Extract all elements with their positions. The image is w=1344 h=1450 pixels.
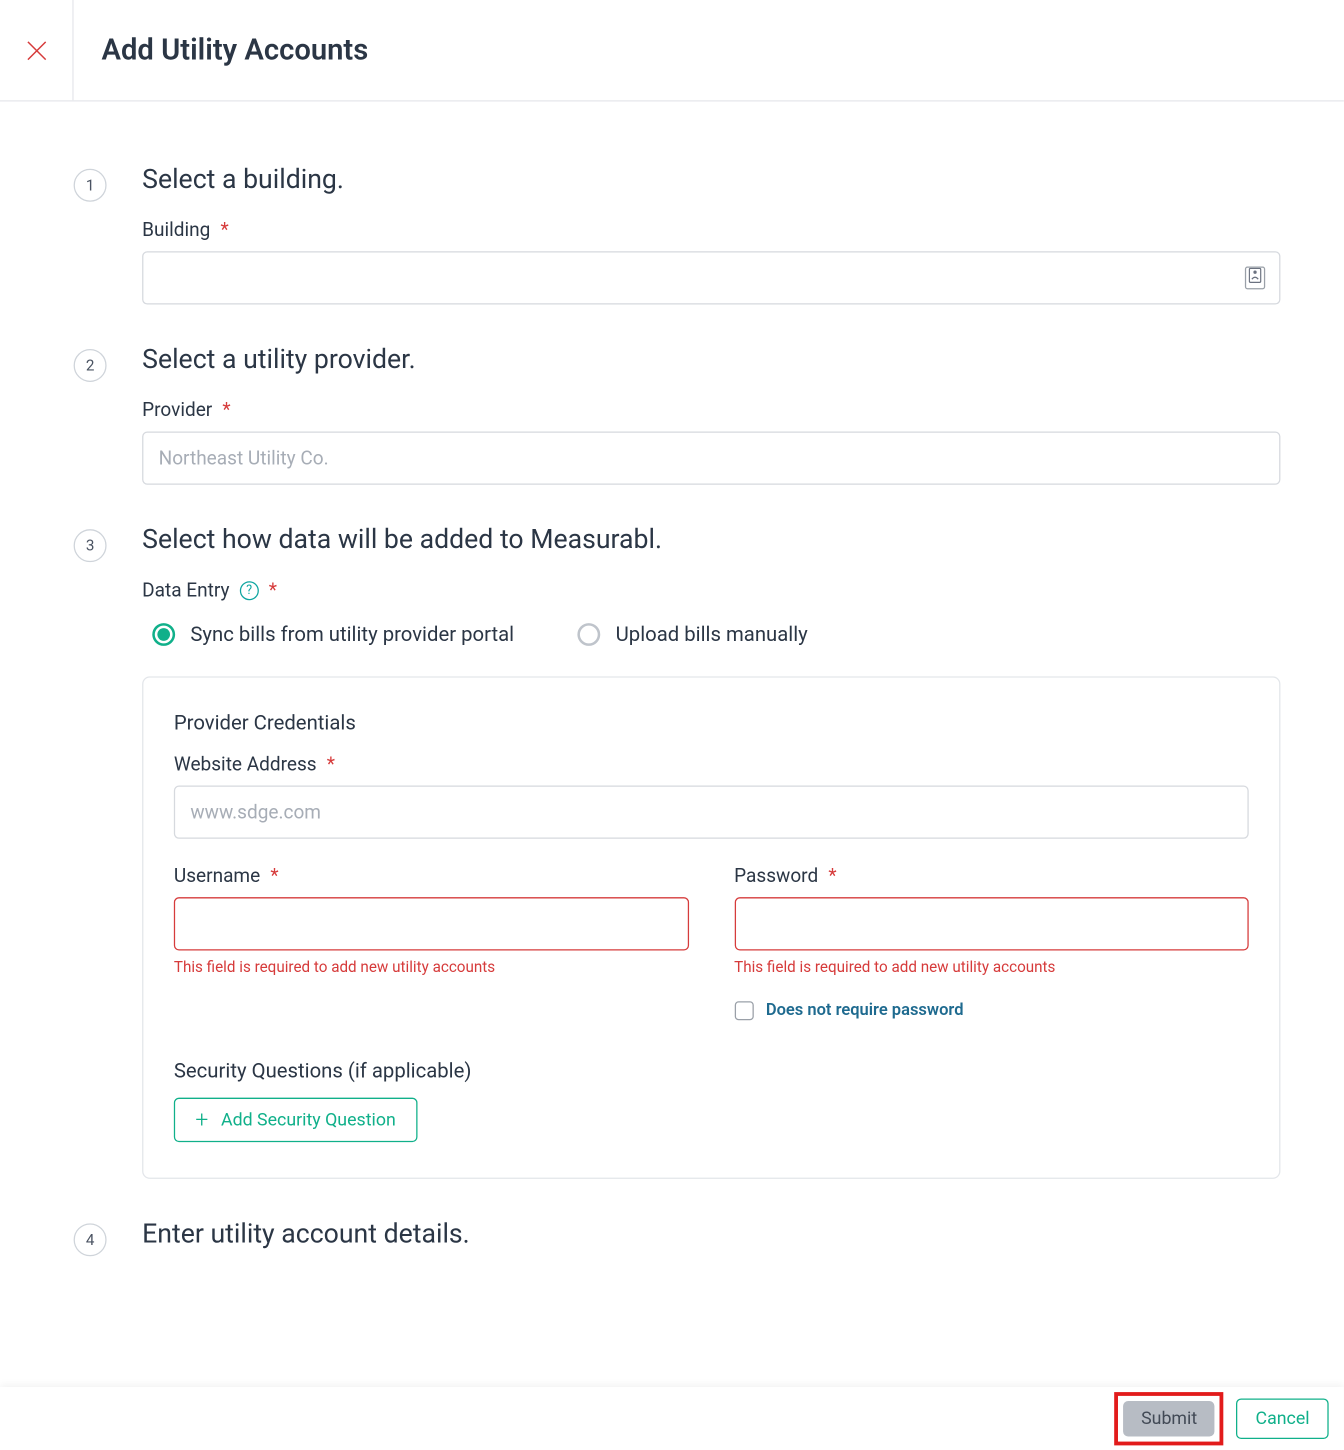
username-error: This field is required to add new utilit… xyxy=(174,958,689,976)
submit-button[interactable]: Submit xyxy=(1123,1401,1215,1437)
username-label: Username * xyxy=(174,864,689,887)
step-3: 3 Select how data will be added to Measu… xyxy=(74,525,1281,1179)
checkbox-icon xyxy=(734,1001,753,1020)
step-title: Select a building. xyxy=(142,165,1280,195)
step-number: 2 xyxy=(74,349,107,382)
password-error: This field is required to add new utilit… xyxy=(734,958,1249,976)
provider-credentials-box: Provider Credentials Website Address * U… xyxy=(142,676,1280,1179)
no-password-checkbox[interactable]: Does not require password xyxy=(734,1001,1249,1020)
step-4: 4 Enter utility account details. xyxy=(74,1220,1281,1257)
step-title: Enter utility account details. xyxy=(142,1220,1280,1250)
security-questions-label: Security Questions (if applicable) xyxy=(174,1058,1249,1082)
step-number: 4 xyxy=(74,1223,107,1256)
radio-sync-bills[interactable]: Sync bills from utility provider portal xyxy=(152,622,514,646)
step-2: 2 Select a utility provider. Provider * xyxy=(74,345,1281,485)
data-entry-label: Data Entry ? * xyxy=(142,579,1280,602)
plus-icon: + xyxy=(195,1107,208,1134)
radio-upload-manual[interactable]: Upload bills manually xyxy=(578,622,808,646)
building-input[interactable] xyxy=(142,251,1280,304)
step-number: 3 xyxy=(74,529,107,562)
password-label: Password * xyxy=(734,864,1249,887)
cancel-button[interactable]: Cancel xyxy=(1236,1398,1328,1439)
provider-label: Provider * xyxy=(142,398,1280,421)
username-input[interactable] xyxy=(174,897,689,950)
step-number: 1 xyxy=(74,169,107,202)
radio-unchecked-icon xyxy=(578,622,601,645)
submit-highlight: Submit xyxy=(1114,1392,1223,1445)
add-security-question-button[interactable]: + Add Security Question xyxy=(174,1098,417,1142)
close-icon xyxy=(23,37,48,62)
page-title: Add Utility Accounts xyxy=(102,33,369,67)
step-1: 1 Select a building. Building * xyxy=(74,165,1281,305)
building-label: Building * xyxy=(142,218,1280,241)
modal-header: Add Utility Accounts xyxy=(0,0,1344,102)
website-label: Website Address * xyxy=(174,753,1249,776)
website-input[interactable] xyxy=(174,786,1249,839)
close-button[interactable] xyxy=(0,0,74,100)
credentials-title: Provider Credentials xyxy=(174,711,1249,735)
password-input[interactable] xyxy=(734,897,1249,950)
form-scroll[interactable]: 1 Select a building. Building * xyxy=(0,102,1344,1386)
provider-input[interactable] xyxy=(142,431,1280,484)
help-icon[interactable]: ? xyxy=(240,581,259,600)
form-content: 1 Select a building. Building * xyxy=(0,102,1344,1358)
radio-checked-icon xyxy=(152,622,175,645)
step-title: Select how data will be added to Measura… xyxy=(142,525,1280,555)
building-picker-icon[interactable] xyxy=(1245,266,1265,289)
step-title: Select a utility provider. xyxy=(142,345,1280,375)
modal-footer: Submit Cancel xyxy=(0,1387,1344,1450)
